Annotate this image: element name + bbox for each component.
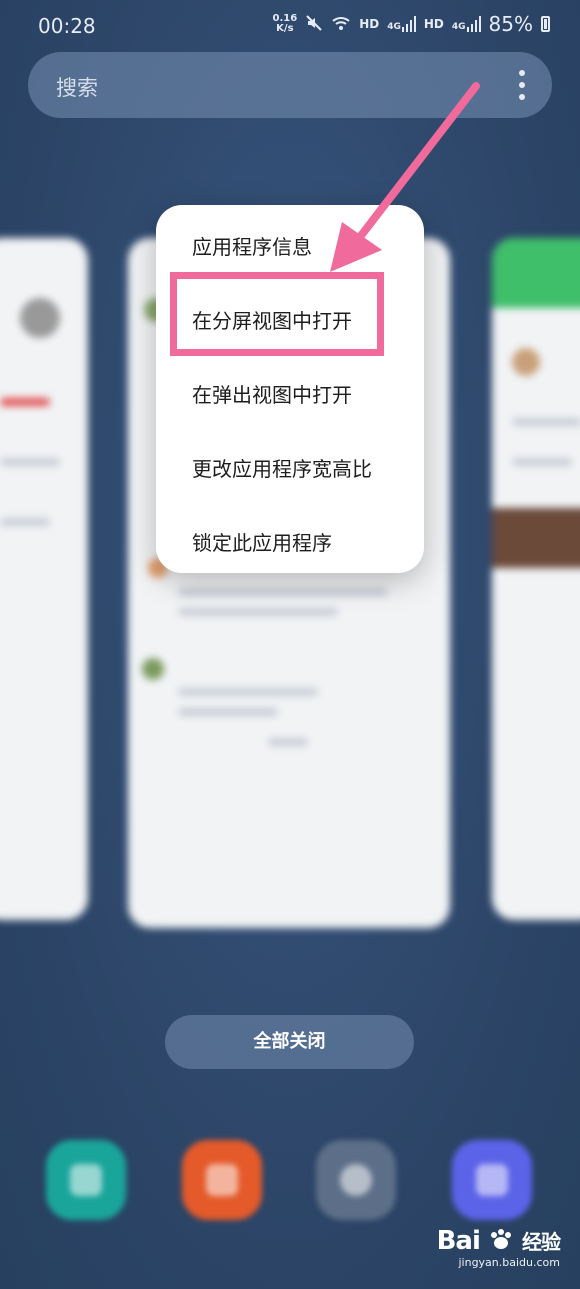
watermark-brand: Bai 经验	[420, 1226, 561, 1256]
net-speed: 0.16 K/s	[273, 14, 298, 34]
menu-item-popup-view[interactable]: 在弹出视图中打开	[192, 379, 352, 408]
status-time: 00:28	[38, 14, 96, 38]
battery-percent: 85%	[488, 12, 533, 36]
search-bar[interactable]: 搜索	[28, 52, 552, 118]
paw-icon	[490, 1229, 511, 1249]
battery-icon	[541, 16, 550, 32]
mute-icon	[305, 14, 323, 35]
signal-icon-1: 4G	[387, 16, 416, 32]
watermark: Bai 经验 jingyan.baidu.com	[420, 1226, 561, 1269]
menu-item-lock-app[interactable]: 锁定此应用程序	[192, 527, 332, 556]
dock-app-2-icon[interactable]	[182, 1140, 262, 1220]
recent-app-card-left[interactable]	[0, 238, 88, 920]
more-options-icon[interactable]	[518, 70, 526, 100]
dock-app-1-icon[interactable]	[46, 1140, 126, 1220]
card-right-header	[492, 238, 580, 308]
dock-app-4-icon[interactable]	[452, 1140, 532, 1220]
menu-item-aspect-ratio[interactable]: 更改应用程序宽高比	[192, 453, 372, 482]
app-context-menu: 应用程序信息 在分屏视图中打开 在弹出视图中打开 更改应用程序宽高比 锁定此应用…	[156, 205, 424, 573]
status-icons: 0.16 K/s HD 4G HD 4G 85%	[273, 12, 550, 36]
signal-type-1: 4G	[387, 22, 401, 32]
signal-type-2: 4G	[451, 22, 466, 32]
watermark-brand-text: Bai	[436, 1226, 481, 1256]
signal-icon-2: 4G	[452, 16, 481, 32]
highlight-box	[170, 272, 384, 356]
status-bar: 00:28 0.16 K/s HD 4G HD 4G 85%	[0, 0, 580, 54]
close-all-button[interactable]: 全部关闭	[165, 1015, 414, 1069]
hd-label-2: HD	[423, 17, 444, 31]
wifi-icon	[331, 14, 351, 35]
watermark-url: jingyan.baidu.com	[458, 1256, 560, 1269]
menu-item-app-info[interactable]: 应用程序信息	[192, 231, 312, 260]
recent-app-card-right[interactable]	[492, 238, 580, 920]
dock-settings-icon[interactable]	[316, 1140, 396, 1220]
watermark-brand-cn: 经验	[522, 1230, 561, 1254]
search-placeholder: 搜索	[56, 76, 98, 100]
net-speed-unit: K/s	[276, 23, 294, 34]
hd-label-1: HD	[359, 17, 380, 31]
